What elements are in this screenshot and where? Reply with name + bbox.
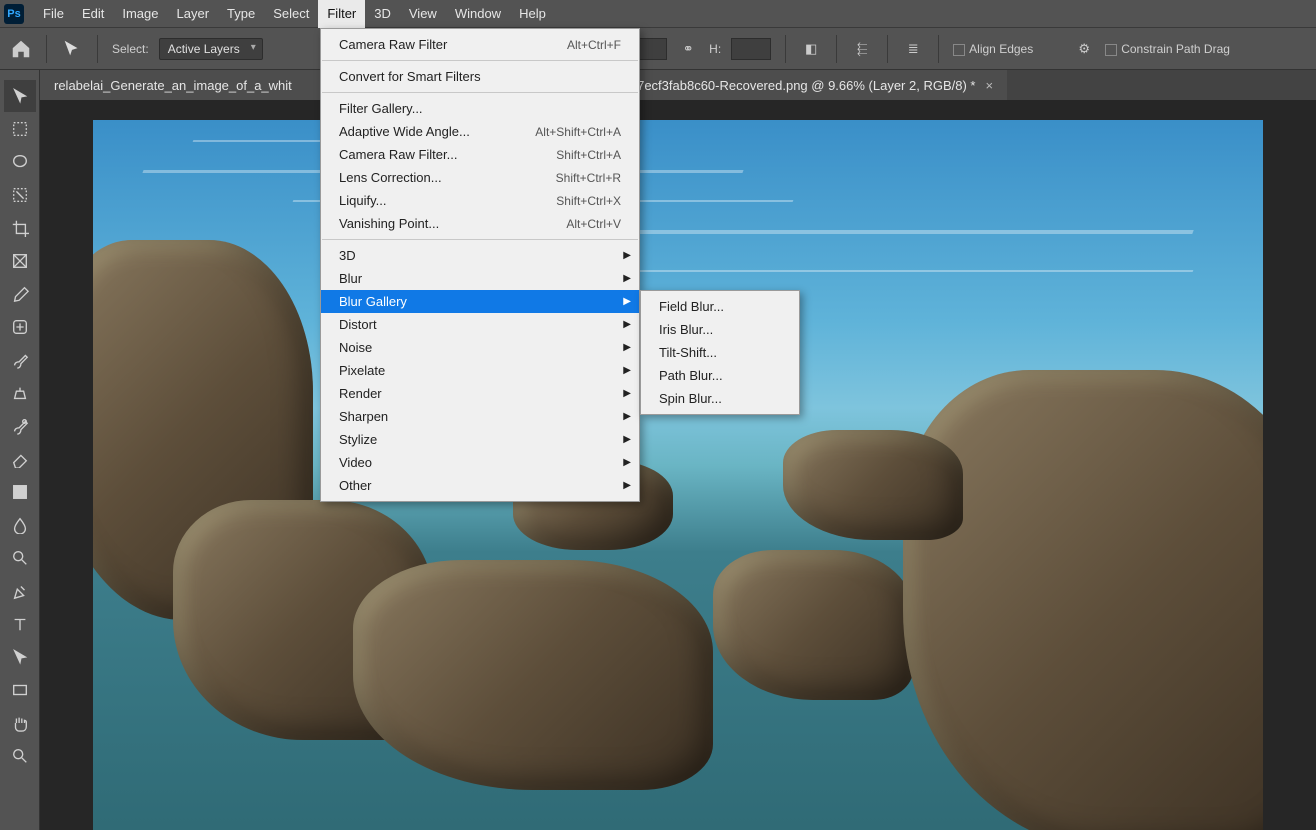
tool-crop[interactable] xyxy=(4,212,36,244)
menuitem-blur[interactable]: Blur▶ xyxy=(321,267,639,290)
menuitem-liquify-[interactable]: Liquify...Shift+Ctrl+X xyxy=(321,189,639,212)
tool-blur[interactable] xyxy=(4,509,36,541)
menuitem-field-blur-[interactable]: Field Blur... xyxy=(641,295,799,318)
blur-gallery-submenu: Field Blur...Iris Blur...Tilt-Shift...Pa… xyxy=(640,290,800,415)
menuitem-adaptive-wide-angle-[interactable]: Adaptive Wide Angle...Alt+Shift+Ctrl+A xyxy=(321,120,639,143)
close-tab-icon[interactable]: × xyxy=(985,78,993,93)
height-field[interactable] xyxy=(731,38,771,60)
menu-separator xyxy=(322,60,638,61)
menuitem-vanishing-point-[interactable]: Vanishing Point...Alt+Ctrl+V xyxy=(321,212,639,235)
tool-pen[interactable] xyxy=(4,575,36,607)
select-mode-dropdown[interactable]: Active Layers xyxy=(159,38,263,60)
constrain-label: Constrain Path Drag xyxy=(1121,42,1230,56)
move-cursor-icon[interactable] xyxy=(61,38,83,60)
menuitem-pixelate[interactable]: Pixelate▶ xyxy=(321,359,639,382)
filter-menu-dropdown: Camera Raw FilterAlt+Ctrl+F Convert for S… xyxy=(320,28,640,502)
menuitem-noise[interactable]: Noise▶ xyxy=(321,336,639,359)
submenu-arrow-icon: ▶ xyxy=(623,365,631,376)
tool-type[interactable] xyxy=(4,608,36,640)
align-edges-checkbox[interactable] xyxy=(953,44,965,56)
tools-panel xyxy=(0,70,40,830)
submenu-arrow-icon: ▶ xyxy=(623,411,631,422)
submenu-arrow-icon: ▶ xyxy=(623,388,631,399)
tool-history-brush[interactable] xyxy=(4,410,36,442)
menu-window[interactable]: Window xyxy=(446,0,510,28)
constrain-checkbox[interactable] xyxy=(1105,44,1117,56)
menu-edit[interactable]: Edit xyxy=(73,0,113,28)
tool-magic-wand[interactable] xyxy=(4,179,36,211)
align-edges-label: Align Edges xyxy=(969,42,1033,56)
document-title-right: ec7-7ecf3fab8c60-Recovered.png @ 9.66% (… xyxy=(612,78,976,93)
menuitem-spin-blur-[interactable]: Spin Blur... xyxy=(641,387,799,410)
document-title-left: relabelai_Generate_an_image_of_a_whit xyxy=(54,78,292,93)
menu-filter[interactable]: Filter xyxy=(318,0,365,28)
menuitem-iris-blur-[interactable]: Iris Blur... xyxy=(641,318,799,341)
menuitem-blur-gallery[interactable]: Blur Gallery▶ xyxy=(321,290,639,313)
menu-type[interactable]: Type xyxy=(218,0,264,28)
tool-marquee[interactable] xyxy=(4,113,36,145)
submenu-arrow-icon: ▶ xyxy=(623,319,631,330)
submenu-arrow-icon: ▶ xyxy=(623,457,631,468)
menuitem-render[interactable]: Render▶ xyxy=(321,382,639,405)
tool-eyedropper[interactable] xyxy=(4,278,36,310)
distribute-icon[interactable]: ≣ xyxy=(902,38,924,60)
menuitem-video[interactable]: Video▶ xyxy=(321,451,639,474)
tool-eraser[interactable] xyxy=(4,443,36,475)
menu-image[interactable]: Image xyxy=(113,0,167,28)
align-icon-2[interactable]: ⬱ xyxy=(851,38,873,60)
menu-separator xyxy=(322,239,638,240)
menuitem-tilt-shift-[interactable]: Tilt-Shift... xyxy=(641,341,799,364)
tool-frame[interactable] xyxy=(4,245,36,277)
document-canvas[interactable] xyxy=(93,120,1263,830)
link-icon[interactable]: ⚭ xyxy=(677,38,699,60)
menuitem-stylize[interactable]: Stylize▶ xyxy=(321,428,639,451)
menu-select[interactable]: Select xyxy=(264,0,318,28)
menuitem-camera-raw-filter-[interactable]: Camera Raw Filter...Shift+Ctrl+A xyxy=(321,143,639,166)
app-logo: Ps xyxy=(4,4,24,24)
submenu-arrow-icon: ▶ xyxy=(623,273,631,284)
menu-file[interactable]: File xyxy=(34,0,73,28)
menu-separator xyxy=(322,92,638,93)
menuitem-convert-for-smart-filters[interactable]: Convert for Smart Filters xyxy=(321,65,639,88)
submenu-arrow-icon: ▶ xyxy=(623,250,631,261)
submenu-arrow-icon: ▶ xyxy=(623,296,631,307)
menuitem-lens-correction-[interactable]: Lens Correction...Shift+Ctrl+R xyxy=(321,166,639,189)
menuitem-filter-gallery-[interactable]: Filter Gallery... xyxy=(321,97,639,120)
select-label: Select: xyxy=(112,42,149,56)
tool-zoom[interactable] xyxy=(4,740,36,772)
tool-gradient[interactable] xyxy=(4,476,36,508)
document-tab-bar: ▸▸ relabelai_Generate_an_image_of_a_whit… xyxy=(0,70,1316,100)
height-label: H: xyxy=(709,42,721,56)
home-icon[interactable] xyxy=(10,38,32,60)
options-bar: Select: Active Layers W: ⚭ H: ◧ ⬱ ≣ Alig… xyxy=(0,28,1316,70)
canvas-area xyxy=(40,100,1316,830)
menuitem-sharpen[interactable]: Sharpen▶ xyxy=(321,405,639,428)
menuitem-camera-raw-filter[interactable]: Camera Raw FilterAlt+Ctrl+F xyxy=(321,33,639,56)
menuitem-distort[interactable]: Distort▶ xyxy=(321,313,639,336)
tool-move[interactable] xyxy=(4,80,36,112)
gear-icon[interactable]: ⚙ xyxy=(1073,38,1095,60)
menuitem-other[interactable]: Other▶ xyxy=(321,474,639,497)
menu-bar: Ps FileEditImageLayerTypeSelectFilter3DV… xyxy=(0,0,1316,28)
tool-healing[interactable] xyxy=(4,311,36,343)
tool-clone[interactable] xyxy=(4,377,36,409)
submenu-arrow-icon: ▶ xyxy=(623,480,631,491)
tool-lasso[interactable] xyxy=(4,146,36,178)
menu-help[interactable]: Help xyxy=(510,0,555,28)
menuitem-path-blur-[interactable]: Path Blur... xyxy=(641,364,799,387)
submenu-arrow-icon: ▶ xyxy=(623,434,631,445)
menu-3d[interactable]: 3D xyxy=(365,0,400,28)
tool-brush[interactable] xyxy=(4,344,36,376)
tool-hand[interactable] xyxy=(4,707,36,739)
tool-dodge[interactable] xyxy=(4,542,36,574)
menuitem-3d[interactable]: 3D▶ xyxy=(321,244,639,267)
submenu-arrow-icon: ▶ xyxy=(623,342,631,353)
tool-path-select[interactable] xyxy=(4,641,36,673)
tool-rectangle[interactable] xyxy=(4,674,36,706)
menu-view[interactable]: View xyxy=(400,0,446,28)
menu-layer[interactable]: Layer xyxy=(168,0,219,28)
align-icon-1[interactable]: ◧ xyxy=(800,38,822,60)
